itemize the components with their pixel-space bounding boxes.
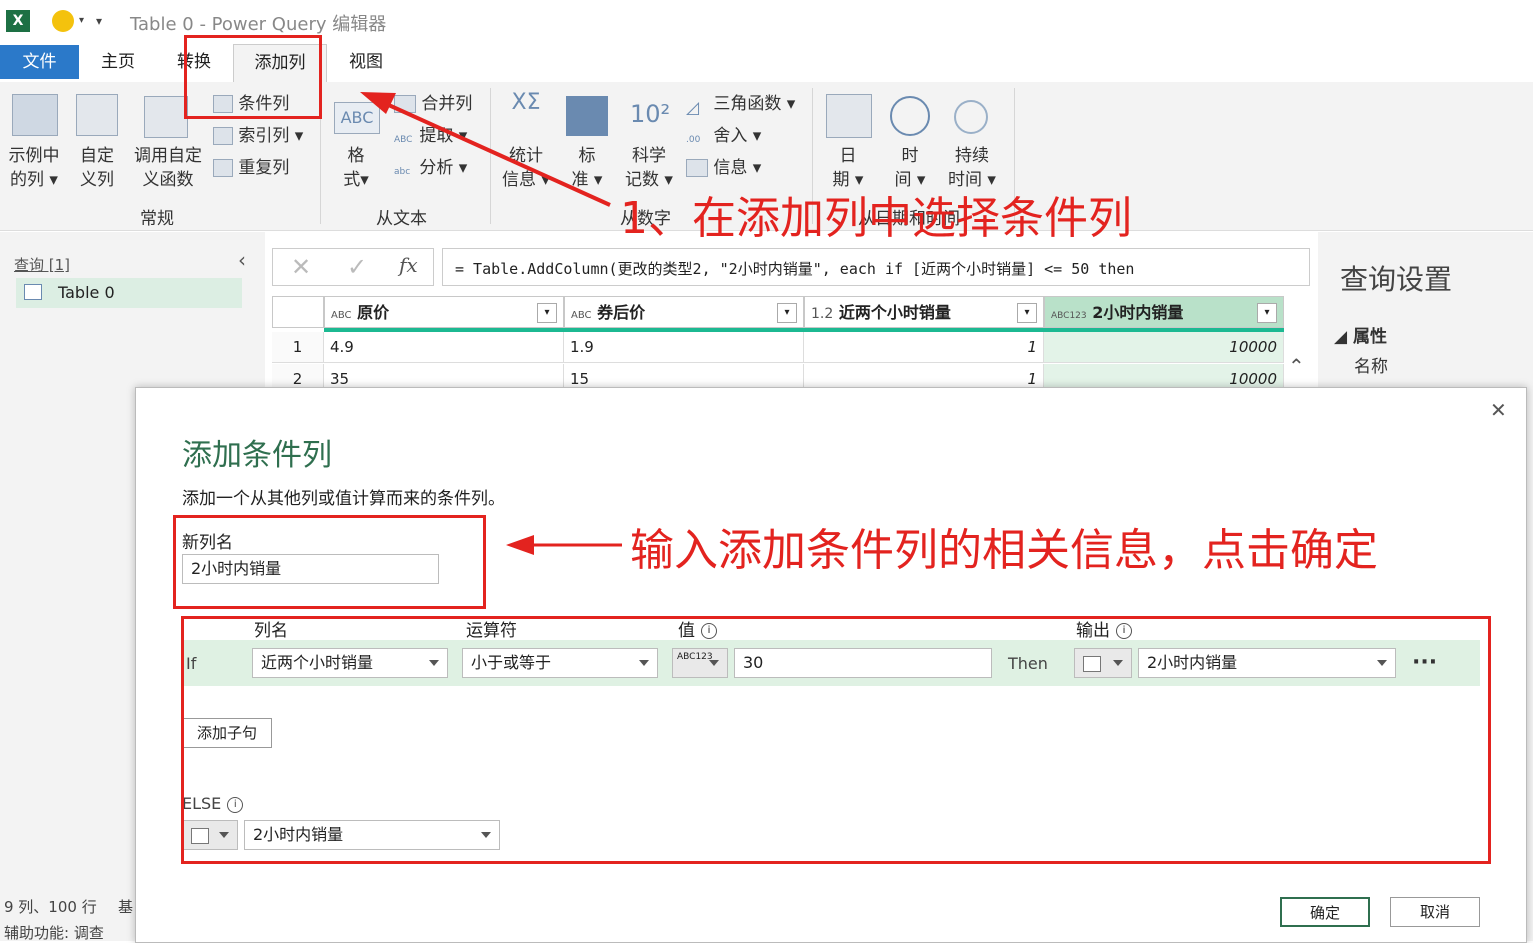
arrow-line-1 (381, 100, 611, 207)
annotation-arrows (360, 92, 622, 555)
annotation-step2: 输入添加条件列的相关信息，点击确定 (630, 525, 1378, 576)
annotation-step1: 1、在添加列中选择条件列 (620, 193, 1132, 244)
arrow-head-2 (506, 535, 534, 555)
arrow-head-1 (360, 92, 396, 114)
